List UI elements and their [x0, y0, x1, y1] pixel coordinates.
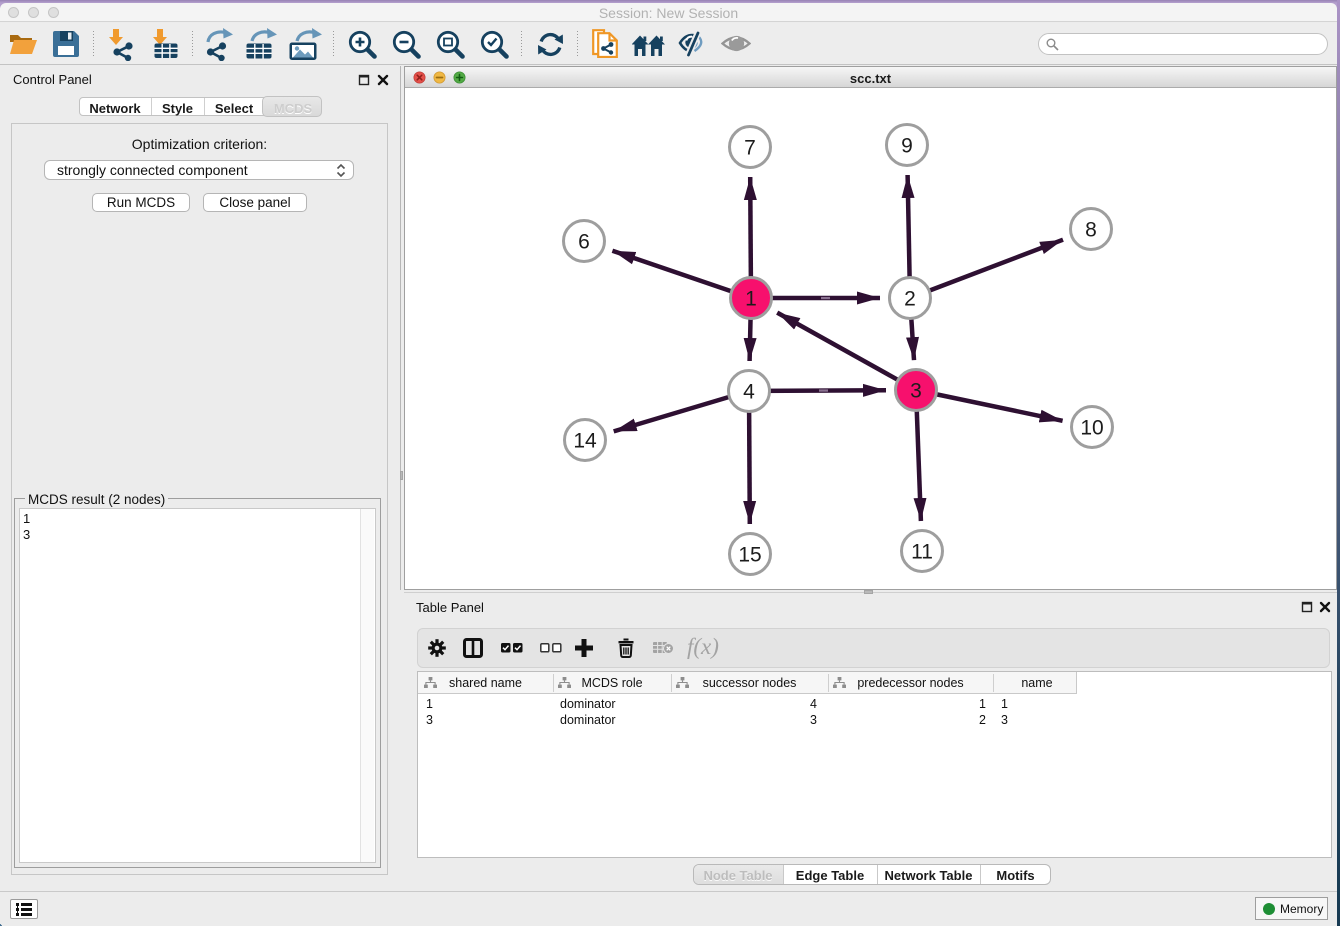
svg-text:8: 8 [1085, 219, 1097, 242]
svg-text:2: 2 [904, 288, 916, 311]
svg-text:3: 3 [910, 380, 922, 403]
svg-text:4: 4 [743, 381, 755, 404]
svg-text:15: 15 [738, 544, 761, 567]
svg-text:7: 7 [744, 137, 756, 160]
svg-text:10: 10 [1080, 417, 1103, 440]
svg-text:14: 14 [573, 430, 597, 453]
svg-text:9: 9 [901, 135, 913, 158]
svg-text:11: 11 [911, 541, 933, 564]
svg-text:6: 6 [578, 231, 590, 254]
svg-text:1: 1 [745, 288, 757, 311]
